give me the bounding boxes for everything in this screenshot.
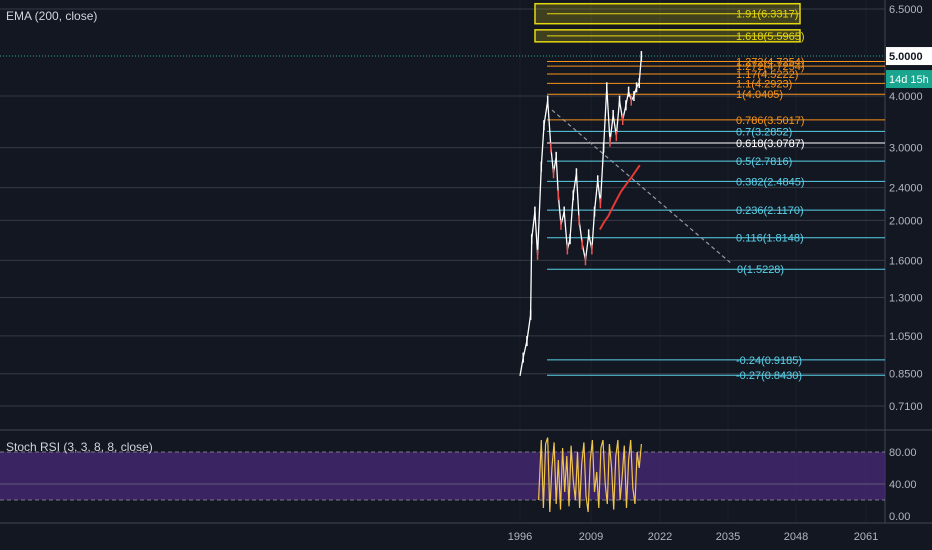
fib-level-label: -0.27(0.8430) (736, 370, 802, 382)
fib-level-label: 0.618(3.0787) (736, 138, 805, 150)
time-tick-label: 2009 (579, 531, 603, 543)
time-tick-label: 2061 (854, 531, 878, 543)
stoch-rsi-indicator-label[interactable]: Stoch RSI (3, 3, 8, 8, close) (6, 440, 153, 454)
price-tick-label: 0.7100 (889, 401, 923, 413)
price-tick-label: 2.0000 (889, 215, 923, 227)
time-tick-label: 2048 (784, 531, 808, 543)
price-tick-label: 4.0000 (889, 91, 923, 103)
fib-level-label: 0.116(1.8148) (736, 233, 804, 245)
time-tick-label: 2035 (716, 531, 740, 543)
fib-level-label: 1.272(4.7254) (736, 57, 805, 69)
rsi-tick-label: 0.00 (889, 511, 910, 523)
price-tick-label: 1.3000 (889, 293, 923, 305)
ema-indicator-label[interactable]: EMA (200, close) (6, 9, 97, 23)
price-tick-label: 0.8500 (889, 369, 923, 381)
chart-canvas: -0.27(0.8430) -0.24(0.9185) 0(1.5228) 0.116… (0, 0, 932, 550)
fib-level-label: 0.786(3.5017) (736, 115, 805, 127)
price-tick-label: 3.0000 (889, 143, 923, 155)
fib-level-label: 0.7(3.2852) (736, 126, 792, 138)
price-tick-label: 1.0500 (889, 331, 923, 343)
price-tick-label: 6.5000 (889, 4, 923, 16)
time-tick-label: 1996 (508, 531, 532, 543)
stoch-rsi-band (0, 452, 885, 500)
rsi-tick-label: 40.00 (889, 479, 917, 491)
time-tick-label: 2022 (648, 531, 672, 543)
rsi-tick-label: 80.00 (889, 447, 917, 459)
fib-extension-box-1.91 (534, 2, 801, 25)
fib-level-label: 0.5(2.7816) (736, 156, 792, 168)
fib-level-label: -0.24(0.9185) (736, 355, 802, 367)
price-tick-label: 2.4000 (889, 183, 923, 195)
current-price-value: 5.0000 (889, 51, 923, 63)
fib-extension-box-1.618 (534, 29, 801, 43)
price-tick-label: 1.6000 (889, 255, 923, 267)
fib-level-label: 0.382(2.4845) (736, 176, 805, 188)
fib-level-label: 0(1.5228) (737, 264, 784, 276)
fib-level-label: 0.236(2.1170) (736, 205, 804, 217)
fib-level-label: 1(4.0405) (736, 89, 783, 101)
countdown-value: 14d 15h (889, 74, 929, 86)
